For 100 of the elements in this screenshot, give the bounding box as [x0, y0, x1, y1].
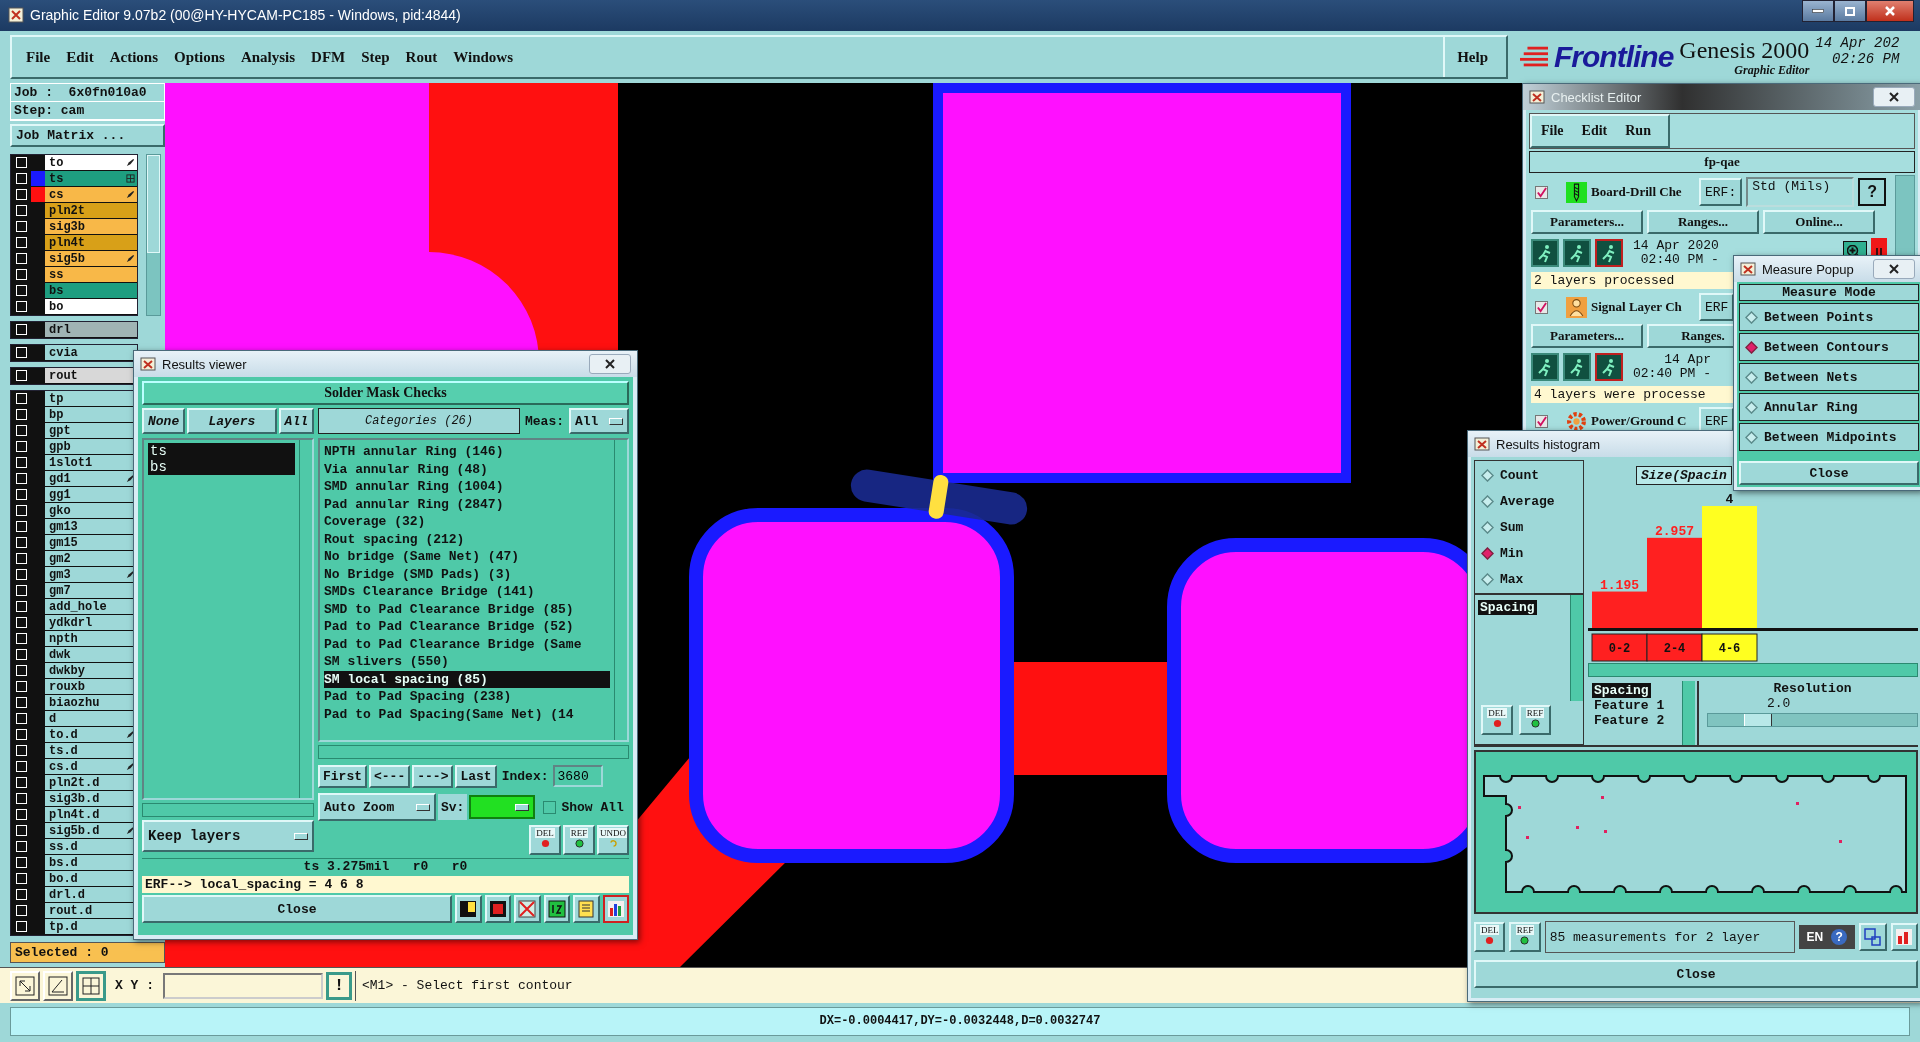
layer-checkbox[interactable]	[15, 569, 27, 581]
category-item[interactable]: Pad annular Ring (2847)	[324, 495, 610, 513]
measure-mode-option[interactable]: Between Nets	[1739, 363, 1919, 391]
scroll-bar[interactable]	[1588, 663, 1918, 677]
measure-mode-option[interactable]: Between Contours	[1739, 333, 1919, 361]
category-item[interactable]: Pad to Pad Clearance Bridge (52)	[324, 618, 610, 636]
layer-checkbox[interactable]	[15, 905, 27, 917]
category-item[interactable]: SMDs Clearance Bridge (141)	[324, 583, 610, 601]
layer-checkbox[interactable]	[15, 921, 27, 933]
parameter-item[interactable]: Spacing	[1592, 683, 1651, 698]
layer-name[interactable]: cs	[45, 187, 137, 203]
language-bar[interactable]: EN ?	[1798, 925, 1856, 949]
scroll-bar[interactable]	[142, 803, 314, 817]
layer-checkbox[interactable]	[15, 505, 27, 517]
menu-item[interactable]: Step	[353, 48, 398, 66]
menu-item[interactable]: Rout	[397, 48, 446, 66]
layer-filter-button[interactable]: All	[278, 408, 314, 434]
navigation-button[interactable]: Last	[455, 764, 497, 788]
layer-name[interactable]: sig3b	[45, 219, 137, 235]
check-option-button[interactable]: Parameters...	[1531, 324, 1643, 348]
layer-checkbox[interactable]	[15, 205, 27, 217]
help-menu-button[interactable]: Help	[1443, 36, 1500, 78]
layer-name[interactable]: drl	[45, 322, 137, 338]
zoom-mode-dropdown[interactable]: Auto Zoom	[318, 793, 436, 821]
erf-button[interactable]: ERF	[1699, 293, 1735, 321]
severity-dropdown[interactable]	[469, 795, 536, 819]
category-item[interactable]: SM local spacing (85)	[324, 670, 610, 688]
run-button[interactable]	[1595, 239, 1623, 267]
menu-item[interactable]: File	[1532, 123, 1573, 139]
layer-checkbox[interactable]	[15, 649, 27, 661]
scroll-bar[interactable]	[318, 745, 629, 759]
layer-checkbox[interactable]	[15, 553, 27, 565]
close-button[interactable]	[1873, 259, 1915, 279]
layer-list-item[interactable]: ts	[148, 443, 295, 459]
layer-name[interactable]: bs	[45, 283, 137, 299]
layer-checkbox[interactable]	[15, 777, 27, 789]
measure-mode-option[interactable]: Between Midpoints	[1739, 423, 1919, 451]
delete-button[interactable]: DEL	[529, 825, 561, 855]
check-option-button[interactable]: Ranges...	[1647, 210, 1759, 234]
layer-name[interactable]: cvia	[45, 345, 137, 361]
layer-checkbox[interactable]	[15, 347, 27, 359]
layer-name[interactable]: ss	[45, 267, 137, 283]
category-item[interactable]: SMD annular Ring (1004)	[324, 478, 610, 496]
list-item[interactable]: Spacing	[1478, 600, 1537, 615]
layer-checkbox[interactable]	[15, 585, 27, 597]
menu-item[interactable]: Edit	[1572, 123, 1617, 139]
alert-button[interactable]: !	[326, 971, 352, 1000]
menu-item[interactable]: Windows	[445, 48, 521, 66]
run-button[interactable]	[1595, 353, 1623, 381]
check-enable-checkbox[interactable]	[1535, 414, 1548, 428]
layer-checkbox[interactable]	[15, 793, 27, 805]
run-button[interactable]	[1531, 239, 1559, 267]
check-enable-checkbox[interactable]	[1535, 185, 1548, 199]
layer-checkbox[interactable]	[15, 285, 27, 297]
layer-checkbox[interactable]	[15, 393, 27, 405]
function-radio[interactable]: Average	[1481, 491, 1577, 511]
layer-checkbox[interactable]	[15, 253, 27, 265]
index-field[interactable]: 3680	[553, 765, 604, 787]
layer-list-item[interactable]: bs	[148, 459, 295, 475]
run-button[interactable]	[1563, 239, 1591, 267]
resolution-slider[interactable]	[1707, 713, 1918, 727]
menu-item[interactable]: File	[18, 48, 59, 66]
layer-checkbox[interactable]	[15, 521, 27, 533]
refresh-button[interactable]: REF	[563, 825, 595, 855]
maximize-button[interactable]	[1834, 0, 1866, 22]
function-radio[interactable]: Sum	[1481, 517, 1577, 537]
function-radio[interactable]: Count	[1481, 465, 1577, 485]
layer-checkbox[interactable]	[15, 425, 27, 437]
layer-filter-button[interactable]: None	[142, 408, 186, 434]
tool-button[interactable]	[602, 895, 630, 923]
layer-checkbox[interactable]	[15, 489, 27, 501]
undo-button[interactable]: UNDO	[597, 825, 629, 855]
layer-checkbox[interactable]	[15, 173, 27, 185]
layer-checkbox[interactable]	[15, 473, 27, 485]
layer-checkbox[interactable]	[15, 713, 27, 725]
close-button[interactable]	[1873, 87, 1915, 107]
menu-item[interactable]: Analysis	[232, 48, 304, 66]
close-button[interactable]: Close	[1739, 461, 1919, 485]
slider-thumb[interactable]	[1744, 714, 1773, 726]
navigation-button[interactable]: First	[318, 764, 367, 788]
layer-checkbox[interactable]	[15, 324, 27, 336]
layer-checkbox[interactable]	[15, 301, 27, 313]
refresh-button[interactable]: REF	[1519, 705, 1551, 735]
navigation-button[interactable]: <---	[369, 764, 411, 788]
layer-checkbox[interactable]	[15, 729, 27, 741]
scroll-bar[interactable]	[1682, 681, 1695, 745]
show-all-checkbox[interactable]	[543, 800, 557, 814]
layer-checkbox[interactable]	[15, 457, 27, 469]
layer-name[interactable]: pln2t	[45, 203, 137, 219]
layer-name[interactable]: sig5b	[45, 251, 137, 267]
check-enable-checkbox[interactable]	[1535, 300, 1548, 314]
menu-item[interactable]: Options	[166, 48, 233, 66]
category-item[interactable]: No Bridge (SMD Pads) (3)	[324, 565, 610, 583]
check-option-button[interactable]: Parameters...	[1531, 210, 1643, 234]
layer-checkbox[interactable]	[15, 157, 27, 169]
measure-mode-option[interactable]: Between Points	[1739, 303, 1919, 331]
layer-checkbox[interactable]	[15, 269, 27, 281]
close-button[interactable]: Close	[1474, 960, 1918, 988]
delete-button[interactable]: DEL	[1474, 922, 1506, 952]
categories-button[interactable]: Categories (26)	[318, 408, 520, 434]
